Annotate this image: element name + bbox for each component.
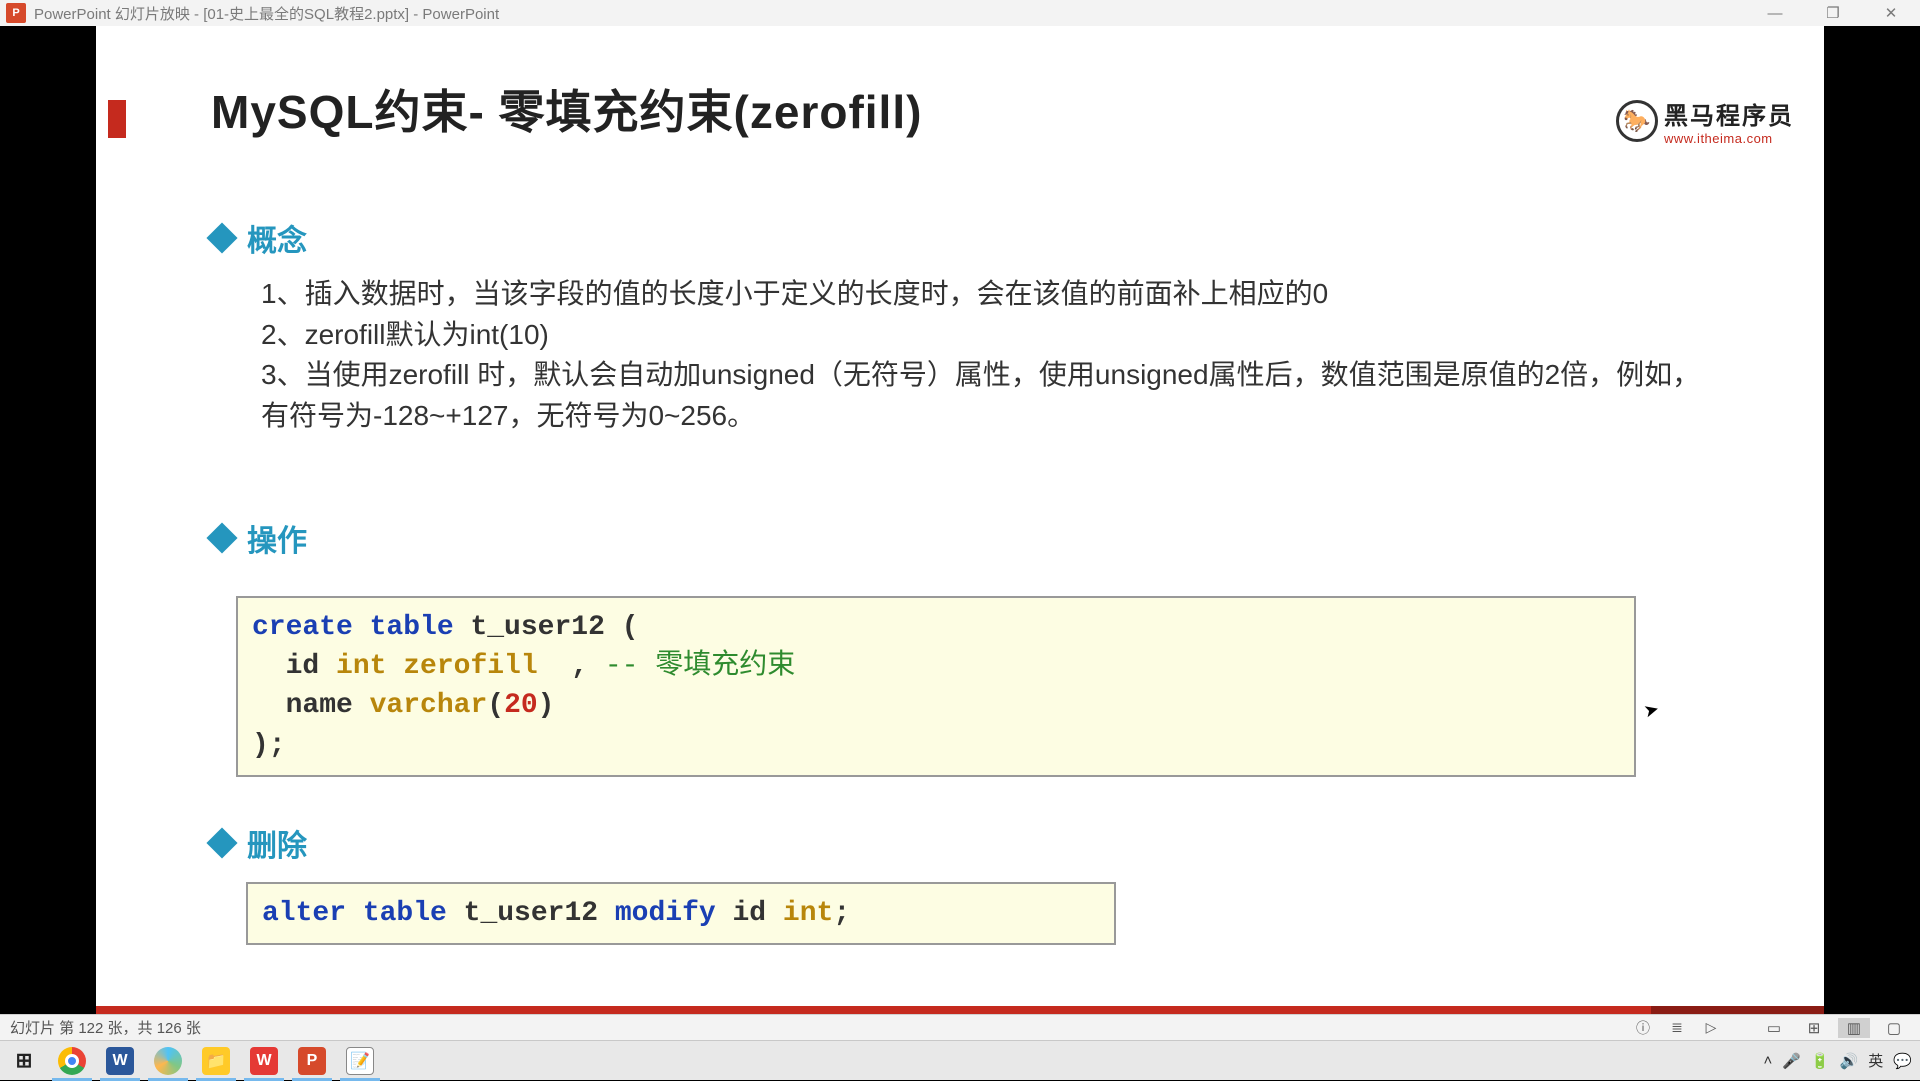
close-button[interactable]: ✕ (1862, 0, 1920, 26)
diamond-icon (206, 222, 237, 253)
section-delete-header: 删除 (211, 821, 307, 865)
tray-volume-icon[interactable]: 🔊 (1840, 1052, 1859, 1070)
view-slideshow-button[interactable]: ▢ (1878, 1018, 1910, 1038)
taskbar[interactable]: ⊞ W 📁 W P 📝 ˄ 🎤 🔋 🔊 英 💬 (0, 1040, 1920, 1080)
slide-title: MySQL约束- 零填充约束(zerofill) (211, 76, 922, 142)
letterbox-left (0, 26, 96, 1014)
section-concept-label: 概念 (247, 216, 307, 260)
window-title-bar: P PowerPoint 幻灯片放映 - [01-史上最全的SQL教程2.ppt… (0, 0, 1920, 26)
chrome-taskbar-button[interactable] (48, 1041, 96, 1081)
letterbox-right (1824, 26, 1920, 1014)
status-play-icon[interactable]: ▷ (1698, 1018, 1724, 1038)
slide-counter: 幻灯片 第 122 张，共 126 张 (0, 1017, 201, 1038)
status-info-icon[interactable]: ⓘ (1630, 1018, 1656, 1038)
tray-chevron-icon[interactable]: ˄ (1763, 1052, 1772, 1069)
tray-battery-icon[interactable]: 🔋 (1811, 1052, 1830, 1070)
word-taskbar-button[interactable]: W (96, 1041, 144, 1081)
browser-taskbar-button[interactable] (144, 1041, 192, 1081)
powerpoint-taskbar-button[interactable]: P (288, 1041, 336, 1081)
maximize-button[interactable]: ❐ (1804, 0, 1862, 26)
brand-logo-icon: 🐎 (1616, 100, 1658, 142)
concept-line-3: 3、当使用zerofill 时，默认会自动加unsigned（无符号）属性，使用… (261, 355, 1724, 436)
tray-notifications-icon[interactable]: 💬 (1893, 1052, 1912, 1070)
minimize-button[interactable]: — (1746, 0, 1804, 26)
system-tray[interactable]: ˄ 🎤 🔋 🔊 英 💬 (1763, 1050, 1920, 1071)
status-notes-icon[interactable]: ≣ (1664, 1018, 1690, 1038)
code-block-alter: alter table t_user12 modify id int; (246, 882, 1116, 945)
concept-body: 1、插入数据时，当该字段的值的长度小于定义的长度时，会在该值的前面补上相应的0 … (261, 274, 1724, 436)
brand-name: 黑马程序员 (1664, 96, 1794, 131)
section-operation-header: 操作 (211, 516, 307, 560)
tray-ime-icon[interactable]: 英 (1868, 1050, 1883, 1071)
view-reading-button[interactable]: ▥ (1838, 1018, 1870, 1038)
concept-line-1: 1、插入数据时，当该字段的值的长度小于定义的长度时，会在该值的前面补上相应的0 (261, 274, 1724, 315)
slideshow-stage[interactable]: MySQL约束- 零填充约束(zerofill) 🐎 黑马程序员 www.ith… (0, 26, 1920, 1014)
section-delete-label: 删除 (247, 821, 307, 865)
view-normal-button[interactable]: ▭ (1758, 1018, 1790, 1038)
title-accent-bar (108, 100, 126, 138)
status-bar: 幻灯片 第 122 张，共 126 张 ⓘ ≣ ▷ ▭ ⊞ ▥ ▢ (0, 1014, 1920, 1040)
section-operation-label: 操作 (247, 516, 307, 560)
window-title: PowerPoint 幻灯片放映 - [01-史上最全的SQL教程2.pptx]… (34, 3, 499, 24)
slide-canvas: MySQL约束- 零填充约束(zerofill) 🐎 黑马程序员 www.ith… (96, 26, 1824, 1014)
tray-mic-icon[interactable]: 🎤 (1782, 1052, 1801, 1070)
wps-taskbar-button[interactable]: W (240, 1041, 288, 1081)
concept-line-2: 2、zerofill默认为int(10) (261, 315, 1724, 356)
brand-url: www.itheima.com (1664, 131, 1794, 146)
view-sorter-button[interactable]: ⊞ (1798, 1018, 1830, 1038)
code-block-create: create table t_user12 ( id int zerofill … (236, 596, 1636, 777)
explorer-taskbar-button[interactable]: 📁 (192, 1041, 240, 1081)
slide-footer-band (96, 1006, 1824, 1014)
section-concept-header: 概念 (211, 216, 307, 260)
diamond-icon (206, 827, 237, 858)
notepad-taskbar-button[interactable]: 📝 (336, 1041, 384, 1081)
diamond-icon (206, 522, 237, 553)
start-button[interactable]: ⊞ (0, 1041, 48, 1081)
brand-logo: 🐎 黑马程序员 www.itheima.com (1616, 96, 1794, 146)
powerpoint-icon: P (6, 3, 26, 23)
